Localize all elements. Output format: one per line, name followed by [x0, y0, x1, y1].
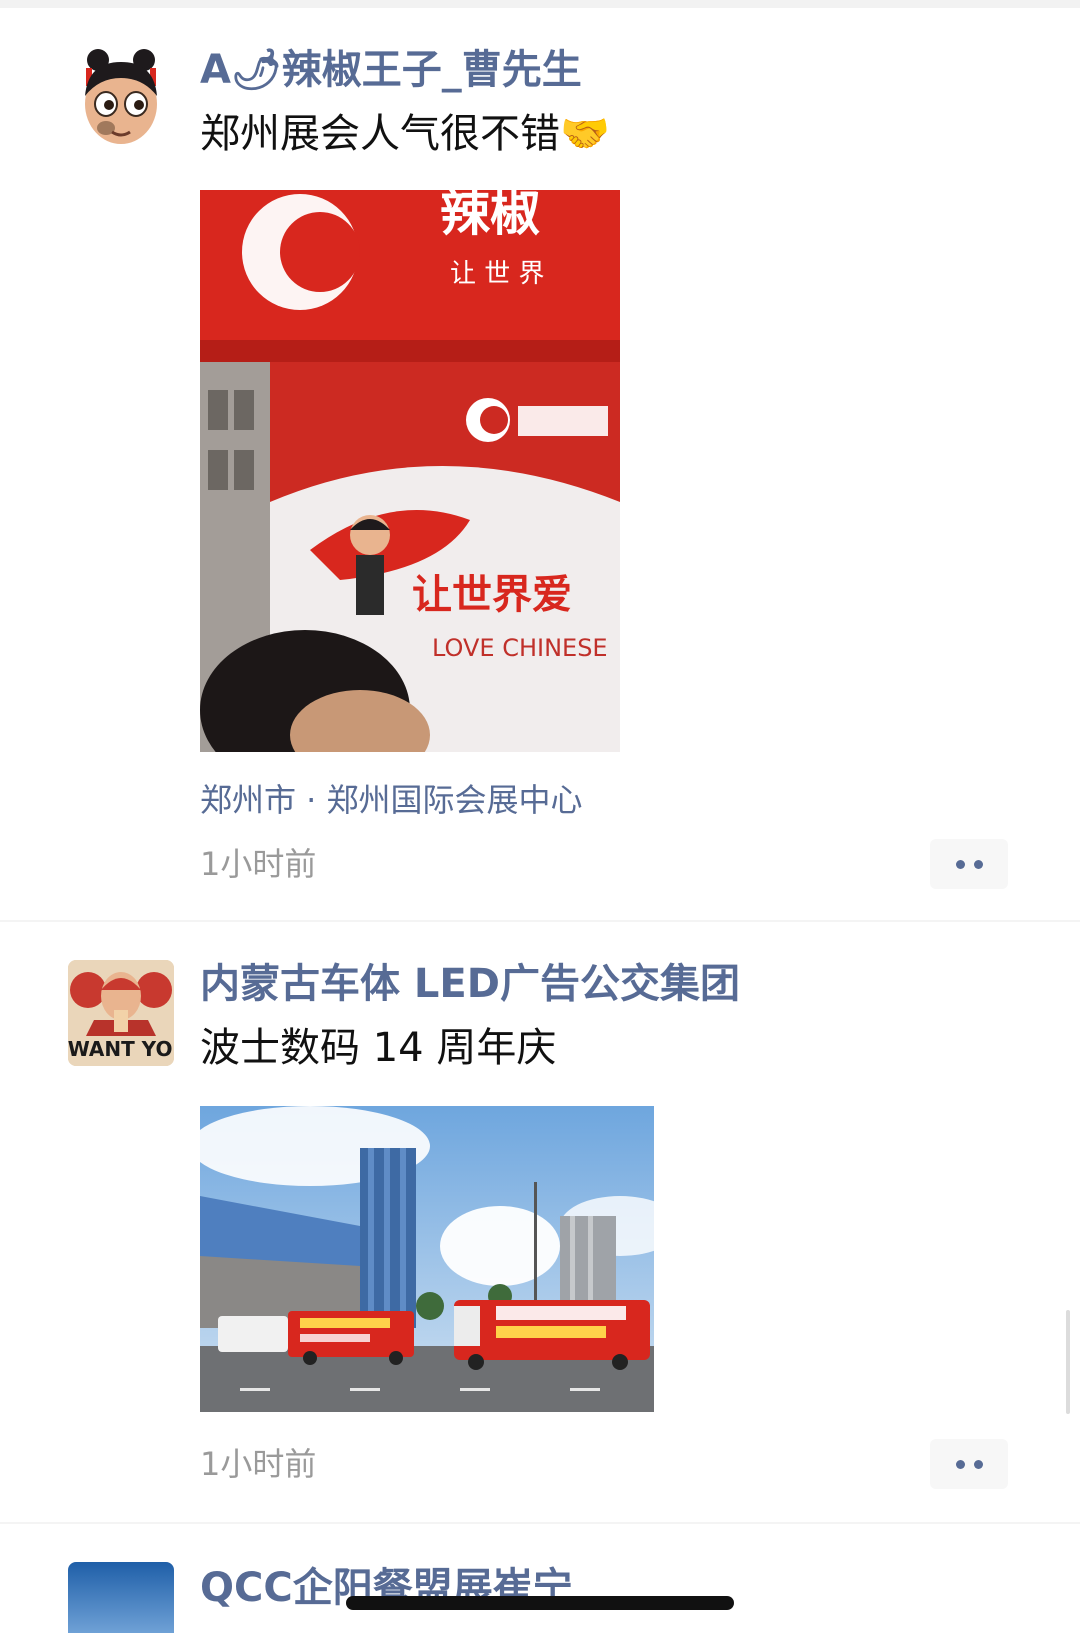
booth-photo-image: 辣椒 让 世 界 让世界爱 LOVE CHINESE: [200, 190, 620, 752]
bus-ad-photo-image: [200, 1106, 654, 1412]
avatar-text: I WANT YOU: [68, 1037, 174, 1061]
more-dots-icon: [974, 860, 983, 869]
post-divider: [0, 1522, 1080, 1524]
scrollbar[interactable]: [1066, 1310, 1070, 1414]
banner-text: 让 世 界: [450, 259, 545, 289]
post-divider: [0, 920, 1080, 922]
post-time: 1小时前: [200, 845, 317, 883]
avatar[interactable]: I WANT YOU: [68, 960, 174, 1066]
sign-text-en: LOVE CHINESE: [432, 634, 608, 662]
post-photo[interactable]: 辣椒 让 世 界 让世界爱 LOVE CHINESE: [200, 190, 620, 752]
cartoon-avatar-icon: [68, 44, 174, 150]
post-text: 郑州展会人气很不错🤝: [200, 111, 610, 157]
sign-text-cn: 让世界爱: [412, 572, 572, 618]
poster-avatar-icon: I WANT YOU: [68, 960, 174, 1066]
avatar[interactable]: [68, 1562, 174, 1633]
post-author-name[interactable]: A🌶辣椒王子_曹先生: [200, 46, 582, 94]
svg-text:辣椒: 辣椒: [440, 190, 540, 242]
post-time: 1小时前: [200, 1445, 317, 1483]
top-divider: [0, 0, 1080, 8]
avatar[interactable]: [68, 44, 174, 150]
more-dots-icon: [956, 860, 965, 869]
home-indicator[interactable]: [346, 1596, 734, 1610]
more-options-button[interactable]: [930, 1439, 1008, 1489]
post-photo[interactable]: [200, 1106, 654, 1412]
more-dots-icon: [974, 1460, 983, 1469]
post-author-name[interactable]: 内蒙古车体 LED广告公交集团: [200, 960, 740, 1008]
more-dots-icon: [956, 1460, 965, 1469]
post-text: 波士数码 14 周年庆: [200, 1025, 557, 1071]
more-options-button[interactable]: [930, 839, 1008, 889]
post-location[interactable]: 郑州市 · 郑州国际会展中心: [200, 780, 583, 820]
